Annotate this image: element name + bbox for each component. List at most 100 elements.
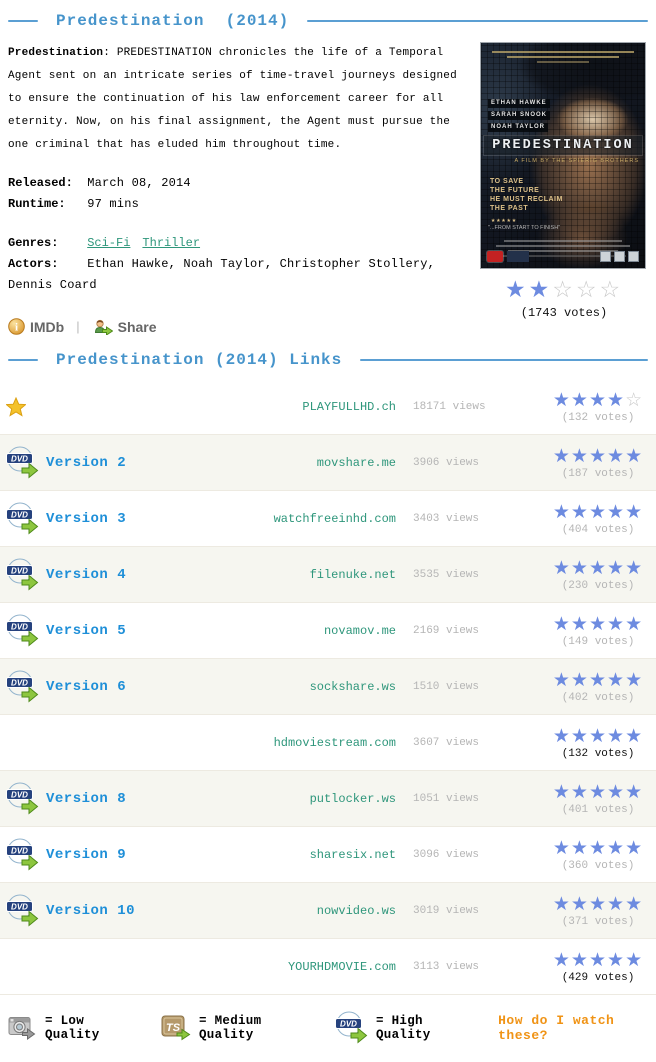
help-link[interactable]: How do I watch these? xyxy=(498,1013,648,1043)
version-link[interactable]: Version 2 xyxy=(46,455,126,471)
version-link[interactable]: Version 5 xyxy=(46,623,126,639)
star-filled-icon: ★ xyxy=(570,556,589,579)
link-row: DVD Version 2 movshare.me 3906 views ★★★★★(… xyxy=(0,435,656,491)
link-rating[interactable]: ★★★★★ (187 votes) xyxy=(546,446,650,480)
star-rating: ★★★★☆ xyxy=(553,390,643,411)
star-rating: ★★★★★ xyxy=(553,838,643,859)
link-row: DVD Version 9 sharesix.net 3096 views ★★★★★… xyxy=(0,827,656,883)
star-filled-icon: ★ xyxy=(570,388,589,411)
link-rating[interactable]: ★★★★☆ (132 votes) xyxy=(546,390,650,424)
version-link[interactable]: Version 8 xyxy=(46,791,126,807)
movie-rating-stars[interactable]: ★★☆☆☆ xyxy=(480,278,648,303)
links-table: PLAYFULLHD.ch 18171 views ★★★★☆ (132 votes)… xyxy=(0,379,656,995)
svg-text:DVD: DVD xyxy=(11,567,28,576)
dvd-icon: DVD xyxy=(6,502,46,535)
link-rating[interactable]: ★★★★★ (149 votes) xyxy=(546,614,650,648)
version-link[interactable]: Version 6 xyxy=(46,679,126,695)
imdb-button-label: IMDb xyxy=(30,318,65,335)
version-link[interactable]: Version 10 xyxy=(46,903,135,919)
host-site-link[interactable]: sockshare.ws xyxy=(310,680,396,694)
host-site-link[interactable]: putlocker.ws xyxy=(310,792,396,806)
star-empty-icon: ☆ xyxy=(625,388,644,411)
host-site-link[interactable]: YOURHDMOVIE.com xyxy=(288,960,396,974)
votes-count: (429 votes) xyxy=(561,971,635,984)
version-link[interactable]: Version 9 xyxy=(46,847,126,863)
star-filled-icon: ★ xyxy=(588,444,608,467)
link-rating[interactable]: ★★★★★ (360 votes) xyxy=(546,838,650,872)
ts-icon: TS xyxy=(161,1015,191,1041)
host-site-link[interactable]: movshare.me xyxy=(317,456,396,470)
views-count: 18171 views xyxy=(413,400,486,413)
link-rating[interactable]: ★★★★★ (401 votes) xyxy=(546,782,650,816)
host-site-link[interactable]: filenuke.net xyxy=(310,568,396,582)
link-row: DVD Version 6 sockshare.ws 1510 views ★★★★★… xyxy=(0,659,656,715)
host-site-link[interactable]: novamov.me xyxy=(324,624,396,638)
link-rating[interactable]: ★★★★★ (371 votes) xyxy=(546,894,650,928)
link-row: DVD Version 4 filenuke.net 3535 views ★★★★★… xyxy=(0,547,656,603)
svg-text:DVD: DVD xyxy=(11,511,28,520)
share-button[interactable]: Share xyxy=(92,319,157,335)
version-link[interactable]: Version 4 xyxy=(46,567,126,583)
votes-count: (371 votes) xyxy=(561,915,635,928)
star-rating: ★★★★★ xyxy=(553,558,643,579)
star-filled-icon: ★ xyxy=(570,836,589,859)
host-site-link[interactable]: hdmoviestream.com xyxy=(274,736,396,750)
svg-text:DVD: DVD xyxy=(11,623,28,632)
legend-item-dvd: DVD = High Quality xyxy=(334,1011,464,1044)
host-site-link[interactable]: PLAYFULLHD.ch xyxy=(302,400,396,414)
imdb-button[interactable]: i IMDb xyxy=(8,318,64,335)
star-filled-icon: ★ xyxy=(570,500,589,523)
host-site-link[interactable]: watchfreeinhd.com xyxy=(274,512,396,526)
action-bar: i IMDb | Share xyxy=(8,318,470,335)
host-site-link[interactable]: sharesix.net xyxy=(310,848,396,862)
star-filled-icon: ★ xyxy=(570,780,589,803)
star-filled-icon: ★ xyxy=(552,668,571,691)
star-filled-icon: ★ xyxy=(625,892,644,915)
movie-meta: Released: March 08, 2014 Runtime: 97 min… xyxy=(8,173,470,296)
link-row: DVD Version 3 watchfreeinhd.com 3403 views… xyxy=(0,491,656,547)
link-rating[interactable]: ★★★★★ (429 votes) xyxy=(546,950,650,984)
movie-info-section: Predestination: PREDESTINATION chronicle… xyxy=(0,36,656,339)
star-filled-icon: ★ xyxy=(570,724,589,747)
share-button-label: Share xyxy=(117,318,157,335)
poster-billing-line xyxy=(496,245,630,247)
votes-count: (149 votes) xyxy=(561,635,635,648)
views-count: 2169 views xyxy=(413,624,480,637)
genre-link-sci-fi[interactable]: Sci-Fi xyxy=(87,236,130,250)
star-filled-icon: ★ xyxy=(588,668,608,691)
star-rating: ★★★★★ xyxy=(553,894,643,915)
movie-rating[interactable]: ★★☆☆☆ (1743 votes) xyxy=(480,278,648,320)
link-rating[interactable]: ★★★★★ (402 votes) xyxy=(546,670,650,704)
host-site-cell: PLAYFULLHD.ch xyxy=(258,400,396,414)
host-site-cell: novamov.me xyxy=(258,624,396,638)
poster-tagline: TO SAVE THE FUTURE HE MUST RECLAIM THE PAST xyxy=(490,177,563,213)
poster-tagline-line: HE MUST RECLAIM xyxy=(490,196,563,203)
star-filled-icon: ★ xyxy=(552,500,571,523)
star-filled-icon: ★ xyxy=(625,612,644,635)
host-site-cell: watchfreeinhd.com xyxy=(258,512,396,526)
version-cell: Version 5 xyxy=(46,623,258,639)
star-filled-icon: ★ xyxy=(570,444,589,467)
link-rating[interactable]: ★★★★★ (230 votes) xyxy=(546,558,650,592)
svg-text:TS: TS xyxy=(166,1022,181,1034)
star-rating: ★★★★★ xyxy=(553,670,643,691)
star-rating: ★★★★★ xyxy=(553,614,643,635)
version-link[interactable]: Version 3 xyxy=(46,511,126,527)
version-cell: Version 4 xyxy=(46,567,258,583)
views-count: 3607 views xyxy=(413,736,480,749)
genres-label: Genres: xyxy=(8,236,59,250)
star-rating: ★★★★★ xyxy=(553,726,643,747)
version-cell: Version 3 xyxy=(46,511,258,527)
svg-text:DVD: DVD xyxy=(11,791,28,800)
movie-header: Predestination (2014) xyxy=(0,0,656,36)
link-rating[interactable]: ★★★★★ (132 votes) xyxy=(546,726,650,760)
genre-link-thriller[interactable]: Thriller xyxy=(142,236,200,250)
votes-count: (187 votes) xyxy=(561,467,635,480)
genres-list: Sci-Fi Thriller xyxy=(87,236,212,250)
star-filled-icon: ★ xyxy=(552,724,571,747)
star-filled-icon: ★ xyxy=(570,948,589,971)
link-rating[interactable]: ★★★★★ (404 votes) xyxy=(546,502,650,536)
host-site-link[interactable]: nowvideo.ws xyxy=(317,904,396,918)
link-row: hdmoviestream.com 3607 views ★★★★★ (132 vot… xyxy=(0,715,656,771)
star-filled-icon: ★ xyxy=(552,948,571,971)
